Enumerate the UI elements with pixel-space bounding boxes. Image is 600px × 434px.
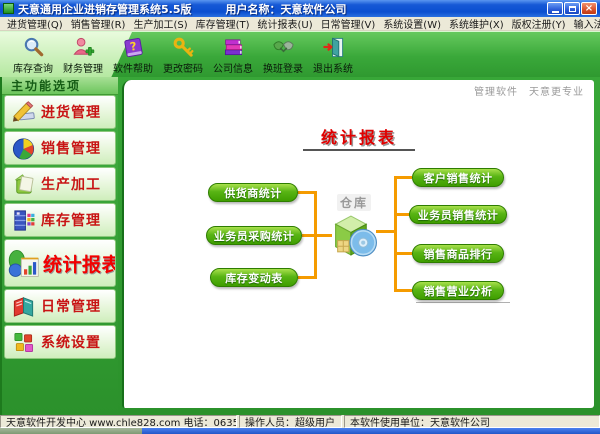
flow-node-supplier-stats[interactable]: 供货商统计 [208, 183, 298, 202]
cabinet-icon [11, 208, 36, 233]
flow-node-salesman-sales-stats[interactable]: 业务员销售统计 [409, 205, 507, 224]
menu-item-purchase[interactable]: 进货管理(Q) [4, 17, 66, 31]
minimize-icon [552, 11, 559, 13]
magnifier-icon [22, 36, 45, 59]
window-title: 天意通用企业进销存管理系统5.5版 [18, 1, 192, 17]
app-body: 主功能选项 进货管理 销售管理 [0, 77, 600, 415]
taskbar-strip [0, 428, 600, 434]
connector-line [394, 213, 410, 216]
toolbar-button-label: 退出系统 [313, 60, 353, 75]
main-area: 管理软件 天意更专业 统计报表 供货商统计 业务员采购统计 库 [118, 77, 600, 415]
app-icon [3, 3, 14, 14]
sidebar-header: 主功能选项 [2, 77, 118, 95]
title-bar: 天意通用企业进销存管理系统5.5版 用户名称：天意软件公司 × [0, 0, 600, 17]
menu-item-inventory[interactable]: 库存管理(T) [193, 17, 253, 31]
flow-node-product-sales-ranking[interactable]: 销售商品排行 [412, 244, 504, 263]
toolbar-button-change-password[interactable]: 更改密码 [158, 34, 208, 75]
menu-item-ime[interactable]: 输入法(Z) [571, 17, 600, 31]
toolbar-button-label: 软件帮助 [113, 60, 153, 75]
flow-center-warehouse: 仓库 [326, 194, 382, 259]
flow-node-customer-sales-stats[interactable]: 客户销售统计 [412, 168, 504, 187]
app-window: 天意通用企业进销存管理系统5.5版 用户名称：天意软件公司 × 进货管理(Q) … [0, 0, 600, 434]
sidebar-item-purchase[interactable]: 进货管理 [4, 95, 116, 129]
menu-item-settings[interactable]: 系统设置(W) [380, 17, 444, 31]
toolbar-buttons: 库存查询 财务管理 ? [8, 34, 358, 75]
status-company-info: 天意软件开发中心 www.chle828.com 电话：0635-7987985… [0, 415, 237, 428]
toolbar-button-label: 更改密码 [163, 60, 203, 75]
sidebar-item-label: 进货管理 [41, 102, 101, 122]
sidebar-item-reports-selected[interactable]: 统计报表 [4, 239, 116, 287]
exit-door-icon [322, 36, 345, 59]
content-panel: 管理软件 天意更专业 统计报表 供货商统计 业务员采购统计 库 [122, 80, 594, 408]
menu-bar: 进货管理(Q) 销售管理(R) 生产加工(S) 库存管理(T) 统计报表(U) … [0, 17, 600, 31]
status-license-unit: 本软件使用单位：天意软件公司 [344, 415, 600, 428]
warehouse-icon [329, 212, 379, 259]
toolbar-button-label: 财务管理 [63, 60, 103, 75]
sidebar-item-label: 库存管理 [41, 210, 101, 230]
sidebar-item-label: 统计报表 [43, 250, 116, 277]
sidebar-item-label: 日常管理 [41, 296, 101, 316]
sidebar-item-label: 系统设置 [41, 332, 101, 352]
toolbar-button-shift-login[interactable]: 换班登录 [258, 34, 308, 75]
close-button[interactable]: × [581, 2, 597, 15]
connector-line [394, 176, 412, 179]
toolbar-button-label: 公司信息 [213, 60, 253, 75]
key-icon [172, 36, 195, 59]
menu-item-maintenance[interactable]: 系统维护(X) [446, 17, 507, 31]
flow-chart-title: 统计报表 [321, 124, 397, 148]
slogan-text: 管理软件 天意更专业 [474, 83, 584, 98]
title-underline [303, 149, 415, 151]
blocks-icon [11, 330, 36, 355]
window-user-label: 用户名称：天意软件公司 [226, 1, 347, 17]
folder-leaf-icon [11, 172, 36, 197]
toolbar-button-label: 库存查询 [13, 60, 53, 75]
menu-item-registration[interactable]: 版权注册(Y) [509, 17, 569, 31]
sidebar-item-daily[interactable]: 日常管理 [4, 289, 116, 323]
menu-item-reports[interactable]: 统计报表(U) [255, 17, 316, 31]
toolbar-button-label: 换班登录 [263, 60, 303, 75]
report-chart-icon [7, 246, 41, 280]
toolbar-button-stock-query[interactable]: 库存查询 [8, 34, 58, 75]
sidebar-item-inventory[interactable]: 库存管理 [4, 203, 116, 237]
status-operator: 操作人员：超级用户 [239, 415, 342, 428]
flow-node-purchaser-stats[interactable]: 业务员采购统计 [206, 226, 302, 245]
finance-person-icon [72, 36, 95, 59]
books-icon [222, 36, 245, 59]
help-book-icon: ? [122, 36, 145, 59]
shadow-line [416, 302, 510, 303]
connector-line [394, 289, 412, 292]
minimize-button[interactable] [547, 2, 563, 15]
pencil-tools-icon [11, 100, 36, 125]
flow-node-sales-business-analysis[interactable]: 销售营业分析 [412, 281, 504, 300]
toolbar-button-finance[interactable]: 财务管理 [58, 34, 108, 75]
warehouse-label: 仓库 [337, 194, 371, 211]
menu-item-daily[interactable]: 日常管理(V) [318, 17, 379, 31]
sidebar-item-label: 销售管理 [41, 138, 101, 158]
taskbar-left-segment [0, 428, 142, 434]
toolbar-button-help[interactable]: ? 软件帮助 [108, 34, 158, 75]
menu-item-production[interactable]: 生产加工(S) [130, 17, 190, 31]
toolbar-button-exit[interactable]: 退出系统 [308, 34, 358, 75]
connector-line [394, 252, 412, 255]
daily-book-icon [11, 294, 36, 319]
menu-item-sales[interactable]: 销售管理(R) [68, 17, 129, 31]
handshake-icon [272, 36, 295, 59]
sidebar-item-label: 生产加工 [41, 174, 101, 194]
toolbar-button-company-info[interactable]: 公司信息 [208, 34, 258, 75]
flow-node-stock-change[interactable]: 库存变动表 [210, 268, 298, 287]
connector-line [394, 176, 397, 292]
sidebar: 主功能选项 进货管理 销售管理 [0, 77, 118, 415]
restore-icon [569, 6, 576, 12]
sidebar-item-settings[interactable]: 系统设置 [4, 325, 116, 359]
restore-button[interactable] [564, 2, 580, 15]
toolbar: 库存查询 财务管理 ? [0, 31, 600, 77]
sidebar-item-sales[interactable]: 销售管理 [4, 131, 116, 165]
pie-chart-icon [11, 136, 36, 161]
status-bar: 天意软件开发中心 www.chle828.com 电话：0635-7987985… [0, 415, 600, 428]
sidebar-item-production[interactable]: 生产加工 [4, 167, 116, 201]
